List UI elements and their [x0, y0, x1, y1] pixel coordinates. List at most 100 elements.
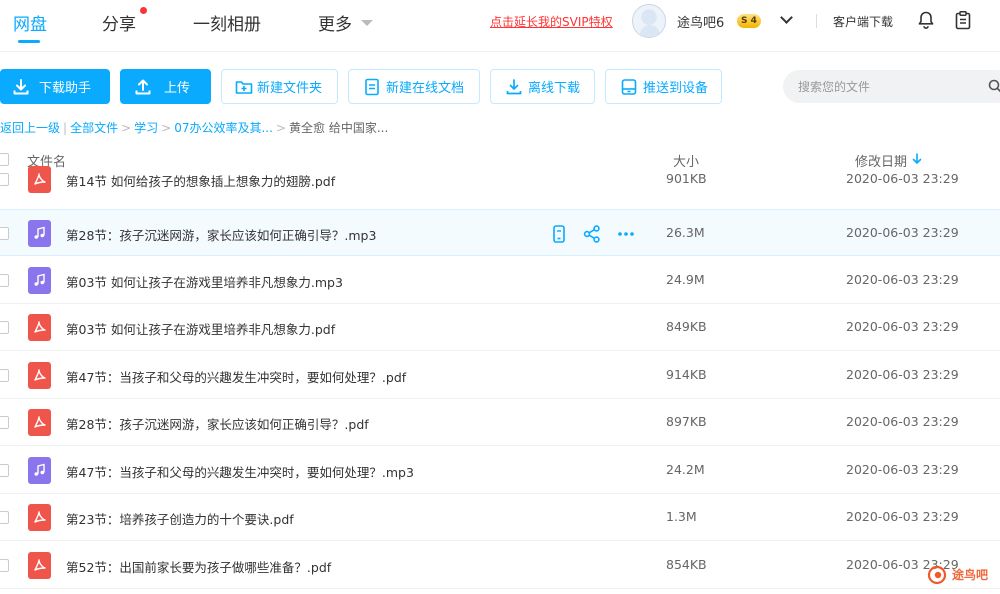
top-nav-bar: 网盘 分享 一刻相册 更多 点击延长我的SVIP特权 途鸟吧6 S 4 客户端下… [0, 0, 1000, 52]
file-size: 24.9M [666, 272, 705, 287]
offline-download-icon [506, 78, 522, 94]
new-online-doc-button[interactable]: 新建在线文档 [348, 69, 480, 104]
tab-moment-album[interactable]: 一刻相册 [193, 10, 261, 35]
file-size: 854KB [666, 557, 707, 572]
upload-button[interactable]: 上传 [120, 69, 211, 104]
file-size: 901KB [666, 171, 707, 186]
file-name[interactable]: 第52节：出国前家长要为孩子做哪些准备？.pdf [66, 557, 331, 576]
pdf-file-icon [28, 314, 51, 341]
audio-file-icon [28, 457, 51, 484]
row-checkbox[interactable] [0, 274, 9, 287]
file-size: 849KB [666, 319, 707, 334]
clipboard-icon[interactable] [953, 10, 973, 30]
file-date: 2020-06-03 23:29 [846, 462, 959, 477]
pdf-file-icon [28, 166, 51, 193]
download-helper-label: 下载助手 [39, 81, 92, 96]
file-name[interactable]: 第28节：孩子沉迷网游，家长应该如何正确引导？.pdf [66, 414, 369, 433]
watermark-text: 途鸟吧 [952, 568, 989, 582]
file-date: 2020-06-03 23:29 [846, 171, 959, 186]
tab-share[interactable]: 分享 [102, 10, 136, 35]
table-row[interactable]: 第28节：孩子沉迷网游，家长应该如何正确引导？.mp3 26.3M 2020-0… [0, 209, 1000, 256]
table-row[interactable]: 第14节 如何给孩子的想象插上想象力的翅膀.pdf 901KB 2020-06-… [0, 163, 1000, 210]
search-icon[interactable] [988, 79, 1000, 93]
pdf-file-icon [28, 409, 51, 436]
tab-more[interactable]: 更多 [318, 10, 352, 35]
file-size: 1.3M [666, 509, 697, 524]
file-size: 897KB [666, 414, 707, 429]
row-checkbox[interactable] [0, 559, 9, 572]
table-row[interactable]: 第03节 如何让孩子在游戏里培养非凡想象力.pdf 849KB 2020-06-… [0, 304, 1000, 351]
push-to-device-button[interactable]: 推送到设备 [605, 69, 722, 104]
device-icon [621, 78, 637, 95]
row-checkbox[interactable] [0, 464, 9, 477]
chevron-down-icon[interactable] [361, 20, 373, 26]
send-to-phone-icon[interactable] [549, 224, 569, 244]
divider [816, 14, 817, 28]
download-helper-button[interactable]: 下载助手 [0, 69, 110, 104]
row-checkbox[interactable] [0, 173, 9, 186]
row-checkbox[interactable] [0, 321, 9, 334]
table-row[interactable]: 第52节：出国前家长要为孩子做哪些准备？.pdf 854KB 2020-06-0… [0, 542, 1000, 589]
user-menu-chevron-icon[interactable] [780, 11, 793, 24]
file-name[interactable]: 第14节 如何给孩子的想象插上想象力的翅膀.pdf [66, 171, 335, 190]
bell-icon[interactable] [916, 10, 936, 30]
table-row[interactable]: 第03节 如何让孩子在游戏里培养非凡想象力.mp3 24.9M 2020-06-… [0, 257, 1000, 304]
file-list: 第14节 如何给孩子的想象插上想象力的翅膀.pdf 901KB 2020-06-… [0, 163, 1000, 594]
more-options-icon[interactable] [616, 224, 636, 244]
watermark-logo [927, 565, 947, 585]
table-row[interactable]: 第47节：当孩子和父母的兴趣发生冲突时，要如何处理？.mp3 24.2M 202… [0, 447, 1000, 494]
file-name[interactable]: 第47节：当孩子和父母的兴趣发生冲突时，要如何处理？.mp3 [66, 462, 414, 481]
breadcrumb: 返回上一级 | 全部文件 > 学习 >07办公效率及其... > 黄全愈 给中国家... [0, 121, 389, 135]
new-folder-button[interactable]: 新建文件夹 [221, 69, 338, 104]
pdf-file-icon [28, 362, 51, 389]
avatar[interactable] [632, 4, 666, 38]
audio-file-icon [28, 220, 51, 247]
file-date: 2020-06-03 23:29 [846, 319, 959, 334]
document-icon [365, 78, 379, 95]
offline-download-label: 离线下载 [528, 81, 581, 96]
client-download-link[interactable]: 客户端下载 [833, 13, 893, 30]
file-name[interactable]: 第47节：当孩子和父母的兴趣发生冲突时，要如何处理？.pdf [66, 367, 406, 386]
breadcrumb-current: 黄全愈 给中国家... [289, 121, 389, 135]
table-row[interactable]: 第47节：当孩子和父母的兴趣发生冲突时，要如何处理？.pdf 914KB 202… [0, 352, 1000, 399]
file-date: 2020-06-03 23:29 [846, 414, 959, 429]
breadcrumb-all-files[interactable]: 全部文件 [70, 121, 118, 135]
file-name[interactable]: 第03节 如何让孩子在游戏里培养非凡想象力.pdf [66, 319, 335, 338]
audio-file-icon [28, 267, 51, 294]
file-date: 2020-06-03 23:29 [846, 509, 959, 524]
offline-download-button[interactable]: 离线下载 [490, 69, 595, 104]
notification-dot [140, 7, 147, 14]
share-icon[interactable] [582, 224, 602, 244]
svip-renew-link[interactable]: 点击延长我的SVIP特权 [490, 13, 613, 30]
download-icon [13, 78, 29, 94]
breadcrumb-back[interactable]: 返回上一级 [0, 121, 60, 135]
username[interactable]: 途鸟吧6 [677, 12, 724, 31]
vip-level-badge: S 4 [737, 14, 761, 28]
new-folder-label: 新建文件夹 [257, 81, 323, 96]
search-input[interactable]: 搜索您的文件 [798, 78, 870, 95]
row-checkbox[interactable] [0, 227, 9, 240]
tab-netdisk[interactable]: 网盘 [13, 10, 47, 35]
row-checkbox[interactable] [0, 416, 9, 429]
breadcrumb-study[interactable]: 学习 [134, 121, 158, 135]
file-date: 2020-06-03 23:29 [846, 367, 959, 382]
file-name[interactable]: 第23节：培养孩子创造力的十个要诀.pdf [66, 509, 294, 528]
table-row[interactable]: 第23节：培养孩子创造力的十个要诀.pdf 1.3M 2020-06-03 23… [0, 494, 1000, 541]
file-date: 2020-06-03 23:29 [846, 272, 959, 287]
pdf-file-icon [28, 504, 51, 531]
active-tab-indicator [18, 40, 40, 43]
file-name[interactable]: 第28节：孩子沉迷网游，家长应该如何正确引导？.mp3 [66, 225, 376, 244]
row-checkbox[interactable] [0, 511, 9, 524]
file-size: 26.3M [666, 225, 705, 240]
push-to-device-label: 推送到设备 [643, 81, 709, 96]
upload-label: 上传 [164, 81, 191, 96]
file-date: 2020-06-03 23:29 [846, 225, 959, 240]
new-online-doc-label: 新建在线文档 [386, 81, 465, 96]
search-box[interactable]: 搜索您的文件 [783, 70, 1000, 103]
row-checkbox[interactable] [0, 369, 9, 382]
breadcrumb-folder[interactable]: 07办公效率及其... [174, 121, 273, 135]
file-name[interactable]: 第03节 如何让孩子在游戏里培养非凡想象力.mp3 [66, 272, 343, 291]
file-size: 24.2M [666, 462, 705, 477]
table-row[interactable]: 第28节：孩子沉迷网游，家长应该如何正确引导？.pdf 897KB 2020-0… [0, 399, 1000, 446]
pdf-file-icon [28, 552, 51, 579]
